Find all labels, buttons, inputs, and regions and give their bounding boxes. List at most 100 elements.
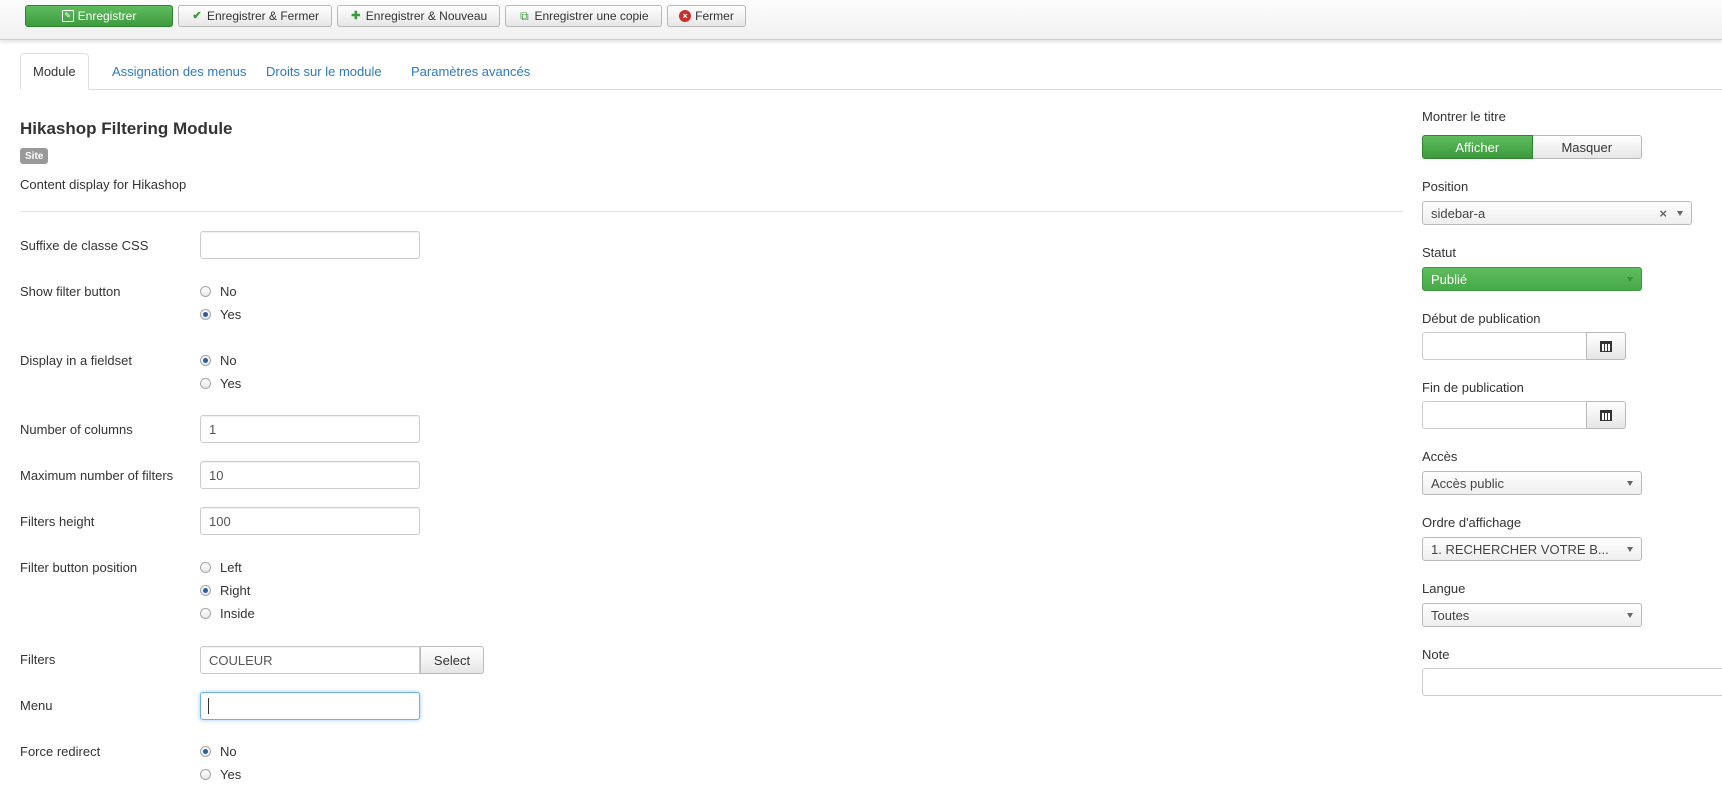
radio-icon <box>200 378 211 389</box>
status-select[interactable]: Publié <box>1422 267 1642 291</box>
show-title-on-button[interactable]: Afficher <box>1422 135 1533 159</box>
save-close-label: Enregistrer & Fermer <box>206 9 320 23</box>
show-filter-button-no[interactable]: No <box>200 284 237 299</box>
position-label: Position <box>1422 179 1469 194</box>
calendar-icon <box>1600 409 1612 421</box>
radio-label: Right <box>220 583 251 598</box>
menu-input[interactable] <box>200 692 420 720</box>
display-fieldset-yes[interactable]: Yes <box>200 376 241 391</box>
save-copy-label: Enregistrer une copie <box>534 9 649 23</box>
tab-module[interactable]: Module <box>20 53 89 90</box>
publish-up-input[interactable] <box>1422 332 1587 360</box>
show-title-off-button[interactable]: Masquer <box>1532 135 1642 159</box>
chevron-down-icon <box>1677 211 1683 216</box>
radio-icon <box>200 562 211 573</box>
position-select[interactable]: sidebar-a × <box>1422 201 1692 225</box>
status-label: Statut <box>1422 245 1456 260</box>
num-columns-label: Number of columns <box>20 422 133 437</box>
chevron-down-icon <box>1627 547 1633 552</box>
radio-icon <box>200 769 211 780</box>
filters-label: Filters <box>20 652 56 667</box>
menu-label: Menu <box>20 698 53 713</box>
radio-checked-icon <box>200 309 211 320</box>
edit-icon: ✎ <box>61 10 74 22</box>
ordering-value: 1. RECHERCHER VOTRE B... <box>1431 541 1609 557</box>
radio-label: No <box>220 353 237 368</box>
publish-down-calendar-button[interactable] <box>1586 401 1626 429</box>
show-filter-button-label: Show filter button <box>20 284 121 299</box>
language-label: Langue <box>1422 581 1466 596</box>
ordering-select[interactable]: 1. RECHERCHER VOTRE B... <box>1422 537 1642 561</box>
close-label: Fermer <box>695 9 734 23</box>
check-icon: ✔ <box>192 9 202 22</box>
save-new-label: Enregistrer & Nouveau <box>365 9 488 23</box>
save-button[interactable]: ✎ Enregistrer <box>25 5 173 27</box>
copy-icon: ⧉ <box>520 9 529 23</box>
force-redirect-yes[interactable]: Yes <box>200 767 241 782</box>
radio-checked-icon <box>200 585 211 596</box>
save-button-label: Enregistrer <box>77 9 137 23</box>
chevron-down-icon <box>1627 613 1633 618</box>
publish-down-input[interactable] <box>1422 401 1587 429</box>
force-redirect-no[interactable]: No <box>200 744 237 759</box>
publish-up-calendar-button[interactable] <box>1586 332 1626 360</box>
access-label: Accès <box>1422 449 1458 464</box>
radio-label: Yes <box>220 376 242 391</box>
tab-advanced-settings[interactable]: Paramètres avancés <box>399 53 542 89</box>
filter-position-inside[interactable]: Inside <box>200 606 255 621</box>
radio-label: Yes <box>220 767 242 782</box>
note-input[interactable] <box>1422 668 1722 696</box>
radio-icon <box>200 286 211 297</box>
filters-select-button[interactable]: Select <box>420 646 484 674</box>
ordering-label: Ordre d'affichage <box>1422 515 1522 530</box>
divider <box>20 211 1403 212</box>
language-select[interactable]: Toutes <box>1422 603 1642 627</box>
save-close-button[interactable]: ✔ Enregistrer & Fermer <box>178 5 332 27</box>
calendar-icon <box>1600 340 1612 352</box>
filter-position-right[interactable]: Right <box>200 583 250 598</box>
radio-icon <box>200 608 211 619</box>
tab-menu-assignment[interactable]: Assignation des menus <box>100 53 258 89</box>
save-copy-button[interactable]: ⧉ Enregistrer une copie <box>505 5 662 27</box>
max-filters-input[interactable] <box>200 461 420 489</box>
plus-icon: ✚ <box>351 9 361 22</box>
close-button[interactable]: × Fermer <box>667 5 746 27</box>
show-title-toggle: Afficher Masquer <box>1422 135 1642 159</box>
show-title-label: Montrer le titre <box>1422 109 1506 124</box>
radio-label: Inside <box>220 606 255 621</box>
show-filter-button-yes[interactable]: Yes <box>200 307 241 322</box>
chevron-down-icon <box>1627 481 1633 486</box>
chevron-down-icon <box>1627 277 1633 282</box>
publish-up-label: Début de publication <box>1422 311 1541 326</box>
radio-label: Yes <box>220 307 242 322</box>
filters-input[interactable] <box>200 646 420 674</box>
text-cursor <box>208 698 209 714</box>
filter-position-left[interactable]: Left <box>200 560 242 575</box>
save-new-button[interactable]: ✚ Enregistrer & Nouveau <box>337 5 500 27</box>
tab-bar: Module Assignation des menus Droits sur … <box>20 53 1722 90</box>
clear-icon[interactable]: × <box>1659 206 1667 221</box>
note-label: Note <box>1422 647 1450 662</box>
radio-label: Left <box>220 560 242 575</box>
display-fieldset-no[interactable]: No <box>200 353 237 368</box>
tab-module-permissions[interactable]: Droits sur le module <box>254 53 394 89</box>
filters-height-input[interactable] <box>200 507 420 535</box>
display-fieldset-label: Display in a fieldset <box>20 353 132 368</box>
max-filters-label: Maximum number of filters <box>20 468 174 483</box>
radio-label: No <box>220 744 237 759</box>
css-suffix-label: Suffixe de classe CSS <box>20 238 149 253</box>
close-icon: × <box>679 10 692 22</box>
filters-height-label: Filters height <box>20 514 95 529</box>
status-value: Publié <box>1431 271 1468 287</box>
toolbar: ✎ Enregistrer ✔ Enregistrer & Fermer ✚ E… <box>0 0 1722 40</box>
radio-checked-icon <box>200 355 211 366</box>
publish-down-label: Fin de publication <box>1422 380 1524 395</box>
radio-checked-icon <box>200 746 211 757</box>
access-select[interactable]: Accès public <box>1422 471 1642 495</box>
site-badge: Site <box>20 148 49 164</box>
css-suffix-input[interactable] <box>200 231 420 259</box>
position-value: sidebar-a <box>1431 205 1486 221</box>
language-value: Toutes <box>1431 607 1470 623</box>
num-columns-input[interactable] <box>200 415 420 443</box>
access-value: Accès public <box>1431 475 1504 491</box>
